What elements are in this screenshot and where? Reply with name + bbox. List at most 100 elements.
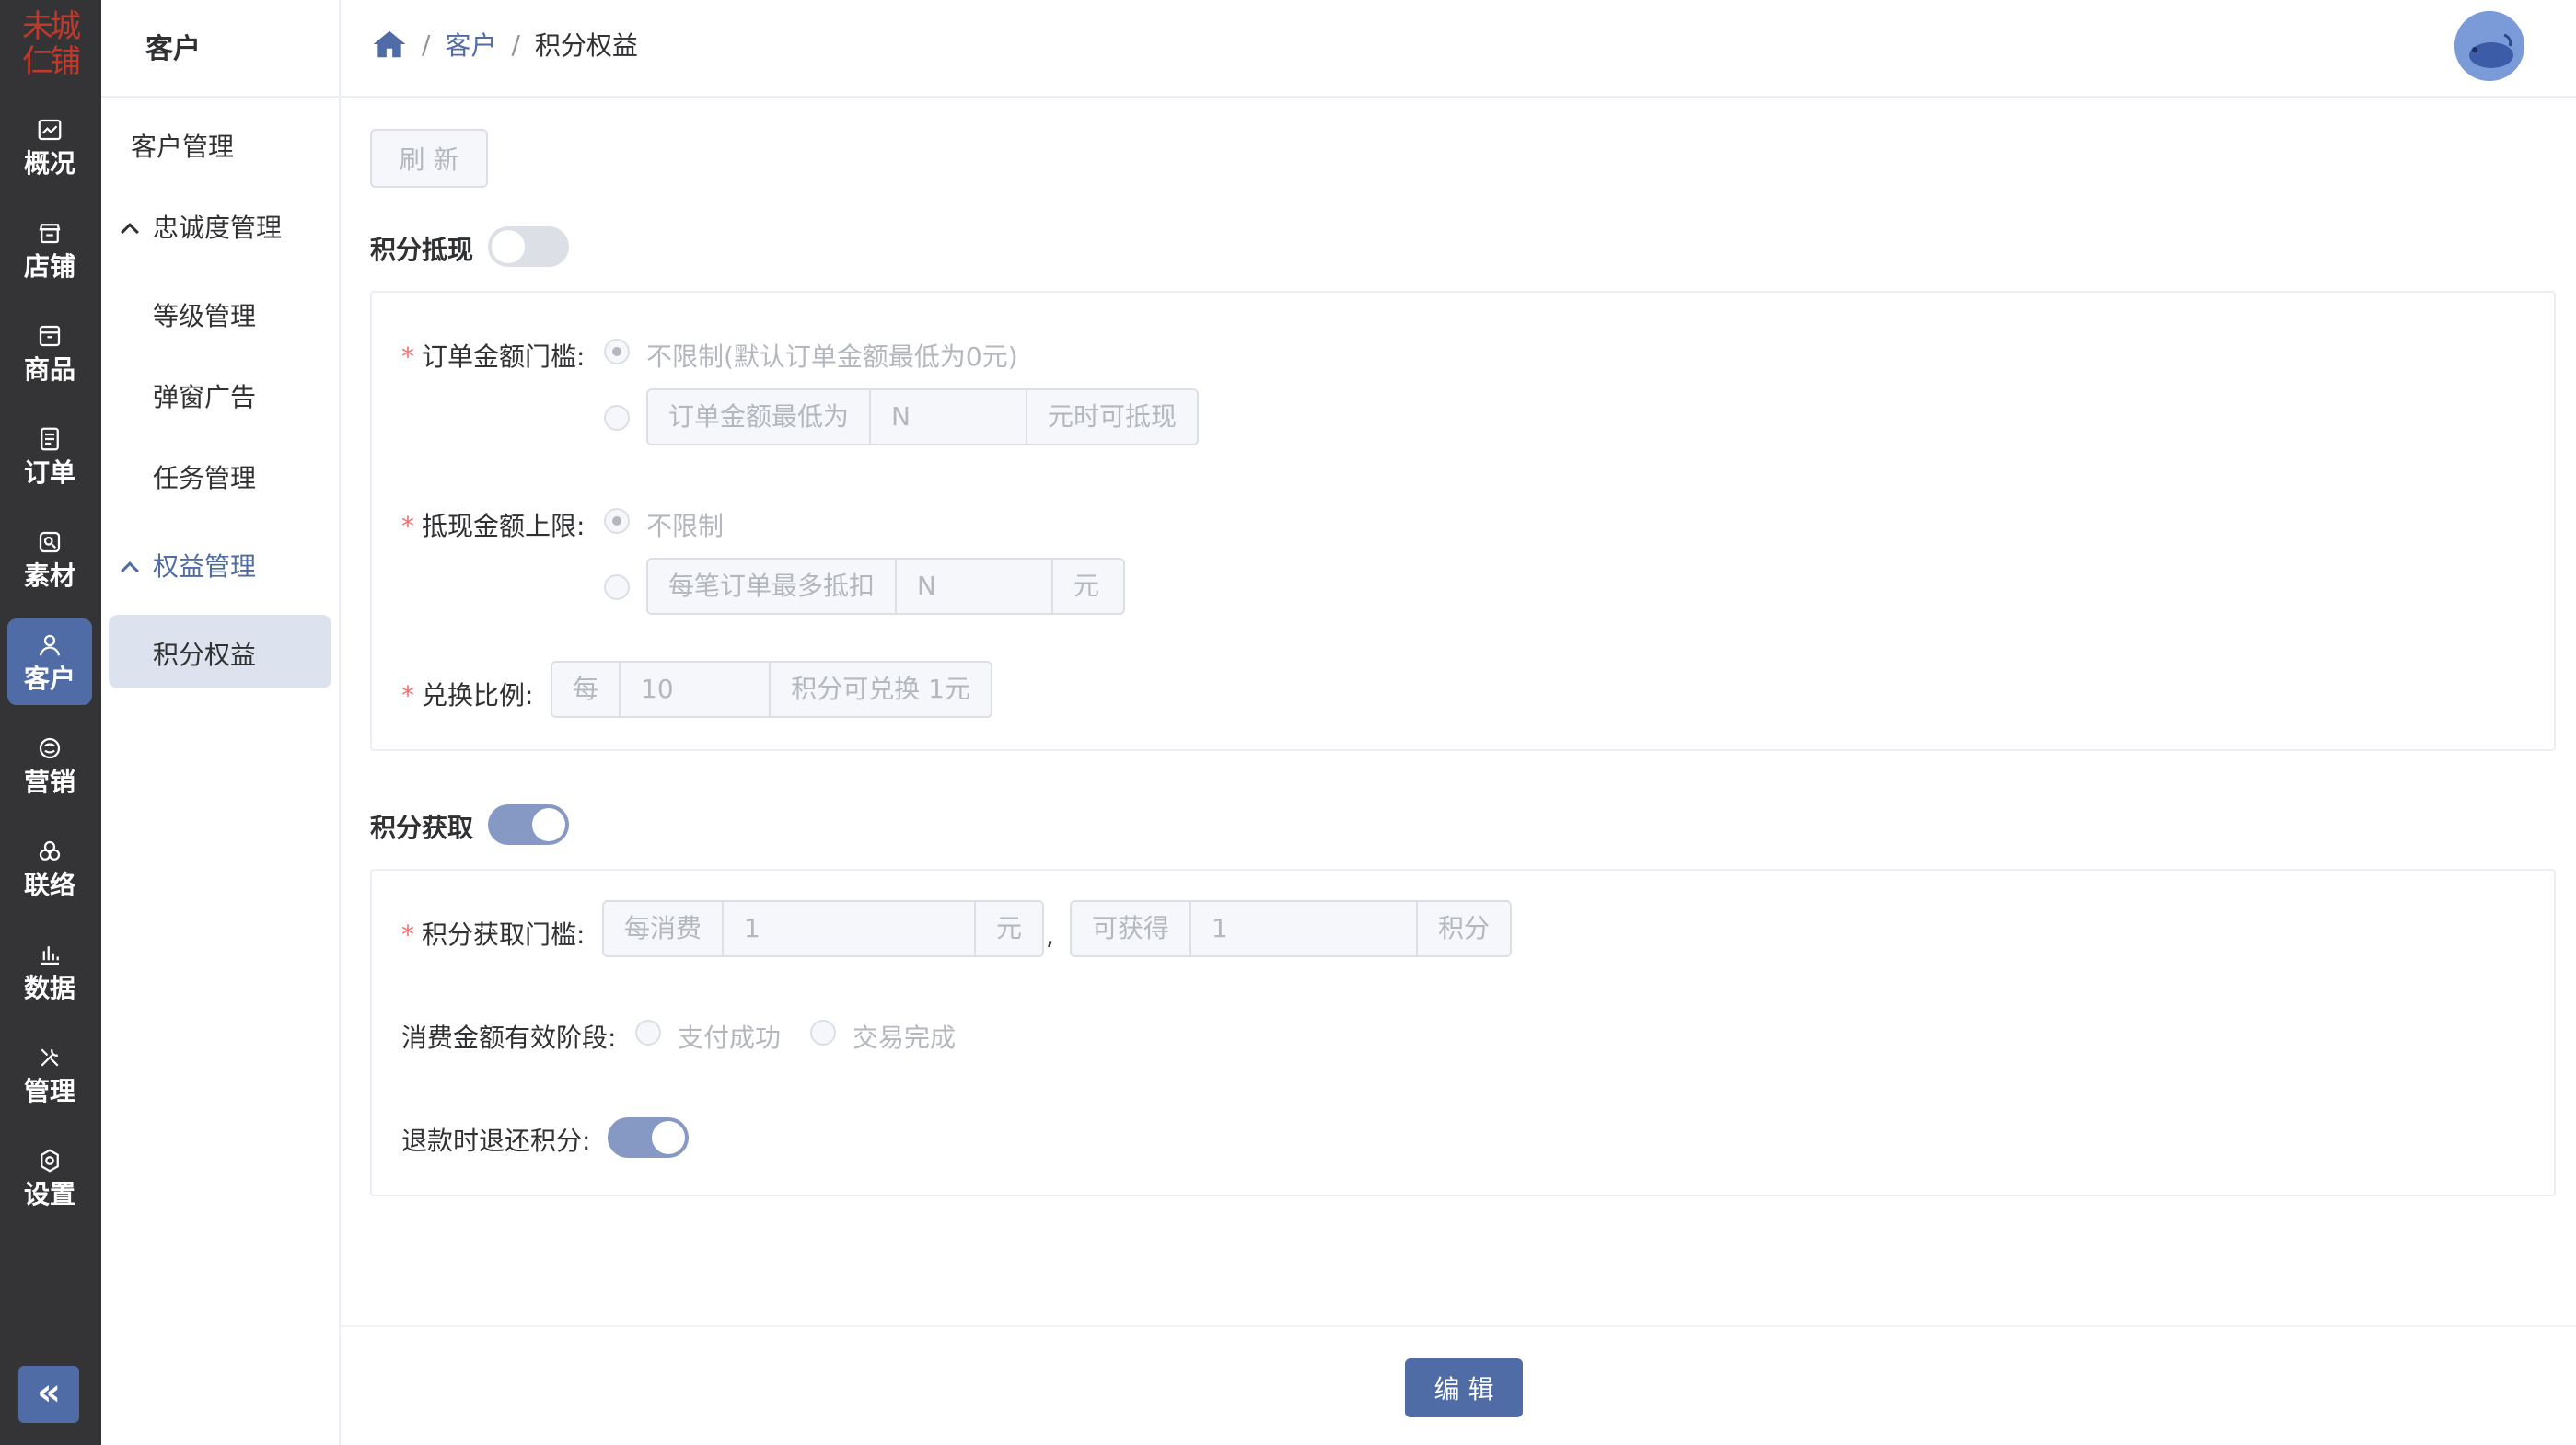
input-prefix: 每笔订单最多抵扣 (648, 560, 896, 613)
chevron-up-icon (121, 223, 139, 241)
sub-menu: 客户 客户管理 忠诚度管理 等级管理 弹窗广告 任务管理 权益管理 积分权益 (101, 0, 341, 1445)
input-prefix: 每 (552, 663, 620, 716)
nav-item-orders[interactable]: 订单 (7, 412, 92, 499)
cap-custom-radio[interactable] (604, 574, 630, 600)
refresh-button[interactable]: 刷 新 (370, 129, 488, 188)
valid-stage-paid-text: 支付成功 (678, 1023, 782, 1053)
valid-stage-paid-radio[interactable] (635, 1020, 661, 1046)
input-suffix: 元 (1053, 560, 1120, 613)
valid-stage-done-text: 交易完成 (853, 1023, 957, 1053)
ratio-label: * 兑换比例: (401, 680, 534, 711)
top-header: / 客户 / 积分权益 (341, 0, 2576, 98)
home-icon[interactable] (372, 28, 407, 61)
submenu-item-tasks[interactable]: 任务管理 (153, 458, 256, 495)
nav-label: 设置 (23, 1179, 75, 1209)
order-threshold-unlimited-radio[interactable] (604, 339, 630, 364)
brand-logo: 未城 仁铺 (22, 8, 81, 80)
nav-label: 订单 (23, 457, 75, 488)
refund-toggle[interactable] (608, 1117, 689, 1158)
submenu-title: 客户 (145, 33, 201, 65)
order-threshold-input[interactable]: N (869, 390, 1027, 444)
toggle-knob (492, 230, 525, 263)
nav-label: 营销 (23, 767, 75, 797)
cap-input[interactable]: N (895, 560, 1054, 613)
nav-item-manage[interactable]: 管理 (7, 1031, 92, 1117)
submenu-group-benefits[interactable]: 权益管理 (121, 547, 257, 584)
nav-item-connect[interactable]: 联络 (7, 825, 92, 911)
avatar-image (2454, 11, 2524, 81)
nav-item-products[interactable]: 商品 (7, 309, 92, 396)
submenu-item-popup-ads[interactable]: 弹窗广告 (153, 377, 256, 414)
nav-item-overview[interactable]: 概况 (7, 103, 92, 190)
nav-label: 管理 (23, 1076, 75, 1106)
bar-chart-icon (41, 946, 59, 965)
cap-label: * 抵现金额上限: (401, 511, 586, 541)
nav-item-customers[interactable]: 客户 (7, 618, 92, 705)
submenu-group-loyalty[interactable]: 忠诚度管理 (121, 208, 283, 245)
valid-stage-done-radio[interactable] (810, 1020, 836, 1046)
order-threshold-input-group: 订单金额最低为 N 元时可抵现 (646, 388, 1199, 445)
order-threshold-custom-radio[interactable] (604, 405, 630, 431)
input-prefix: 订单金额最低为 (648, 390, 870, 444)
breadcrumb-separator: / (422, 29, 431, 60)
gear-icon (41, 1149, 59, 1173)
input-suffix: 积分可兑换 1元 (771, 663, 991, 716)
nav-item-marketing[interactable]: 营销 (7, 722, 92, 808)
nav-label: 客户 (23, 664, 75, 694)
cap-input-group: 每笔订单最多抵扣 N 元 (646, 558, 1125, 615)
cap-unlimited-text: 不限制 (646, 511, 725, 541)
chevron-up-icon (121, 561, 139, 580)
input-prefix: 每消费 (604, 902, 723, 955)
nav-label: 店铺 (23, 251, 75, 282)
threshold-separator: , (1046, 920, 1054, 951)
nav-item-store[interactable]: 店铺 (7, 206, 92, 293)
order-threshold-unlimited-text: 不限制(默认订单金额最低为0元) (646, 341, 1018, 372)
toggle-knob (532, 808, 565, 841)
nav-item-data[interactable]: 数据 (7, 928, 92, 1014)
input-suffix: 元 (976, 902, 1042, 955)
nav-item-settings[interactable]: 设置 (7, 1134, 92, 1220)
nav-label: 商品 (23, 354, 75, 385)
ratio-input[interactable]: 10 (619, 663, 772, 716)
chart-line-icon (38, 119, 62, 141)
earn-input[interactable]: 1 (1189, 902, 1418, 955)
submenu-item-levels[interactable]: 等级管理 (153, 296, 256, 333)
user-icon (39, 634, 61, 656)
nav-label: 数据 (23, 973, 75, 1003)
submenu-group-label: 权益管理 (153, 551, 257, 582)
input-suffix: 元时可抵现 (1027, 390, 1197, 444)
cap-unlimited-radio[interactable] (604, 508, 630, 534)
redeem-toggle[interactable] (488, 226, 569, 267)
input-prefix: 可获得 (1072, 902, 1190, 955)
earn-input-group: 可获得 1 积分 (1070, 900, 1512, 957)
footer-bar: 编 辑 (341, 1325, 2576, 1445)
nav-label: 素材 (23, 561, 75, 591)
spend-input[interactable]: 1 (722, 902, 976, 955)
user-avatar[interactable] (2454, 11, 2524, 81)
breadcrumb-separator: / (511, 29, 520, 60)
nav-item-materials[interactable]: 素材 (7, 515, 92, 602)
input-suffix: 积分 (1418, 902, 1510, 955)
submenu-item-customer-management[interactable]: 客户管理 (131, 127, 234, 164)
section-title-earn: 积分获取 (370, 813, 474, 843)
submenu-item-points-benefits[interactable]: 积分权益 (153, 635, 256, 672)
section-title-redeem: 积分抵现 (370, 235, 474, 265)
breadcrumb: / 客户 / 积分权益 (372, 26, 638, 63)
submenu-group-label: 忠诚度管理 (153, 213, 283, 243)
edit-button[interactable]: 编 辑 (1405, 1358, 1523, 1417)
breadcrumb-customers[interactable]: 客户 (445, 26, 496, 63)
order-icon (41, 427, 59, 451)
box-icon (39, 325, 61, 347)
earn-toggle[interactable] (488, 804, 569, 845)
refund-label: 退款时退还积分: (401, 1126, 591, 1156)
connect-icon (39, 840, 61, 861)
nav-label: 概况 (23, 148, 75, 179)
collapse-sidebar-button[interactable]: « (18, 1366, 79, 1423)
valid-stage-label: 消费金额有效阶段: (401, 1023, 617, 1053)
tools-icon (41, 1048, 59, 1067)
ratio-input-group: 每 10 积分可兑换 1元 (551, 661, 992, 718)
store-icon (39, 224, 61, 244)
order-threshold-label: * 订单金额门槛: (401, 341, 586, 372)
marketing-icon (39, 737, 61, 759)
breadcrumb-current: 积分权益 (534, 30, 638, 61)
